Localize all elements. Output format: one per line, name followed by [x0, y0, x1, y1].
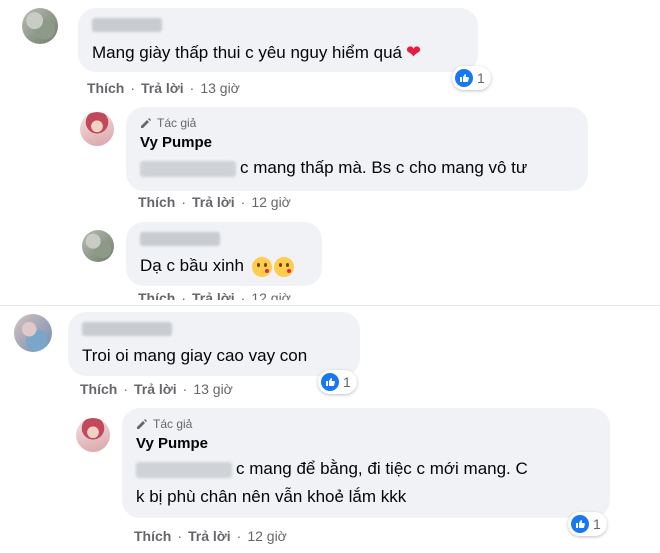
- comment-text: c mang để bằng, đi tiệc c mới mang. C: [136, 457, 596, 481]
- comment-actions: Thích · Trả lời · 12 giờ: [138, 290, 291, 300]
- commenter-name-redacted[interactable]: [92, 16, 464, 34]
- avatar[interactable]: [82, 230, 114, 262]
- reply-button[interactable]: Trả lời: [141, 80, 184, 96]
- comment-actions: Thích · Trả lời · 13 giờ: [80, 381, 233, 397]
- author-badge: Tác giả: [140, 114, 574, 132]
- comment-thread-bottom: Troi oi mang giay cao vay con 1 Thích · …: [0, 305, 660, 553]
- reaction-count[interactable]: 1: [318, 370, 357, 394]
- timestamp[interactable]: 12 giờ: [247, 528, 287, 544]
- like-button[interactable]: Thích: [134, 528, 171, 544]
- like-icon: [321, 373, 339, 391]
- author-name[interactable]: Vy Pumpe: [140, 132, 574, 154]
- comment-text: Mang giày thấp thui c yêu nguy hiểm quá ❤: [92, 42, 422, 62]
- comment-bubble: Tác giả Vy Pumpe c mang thấp mà. Bs c ch…: [126, 107, 588, 191]
- reply-button[interactable]: Trả lời: [188, 528, 231, 544]
- like-button[interactable]: Thích: [80, 381, 117, 397]
- like-icon: [455, 69, 473, 87]
- timestamp[interactable]: 13 giờ: [193, 381, 233, 397]
- kissing-face-icon: [273, 256, 294, 277]
- comment-text: Dạ c bầu xinh: [140, 254, 308, 278]
- reply-button[interactable]: Trả lời: [192, 290, 235, 300]
- commenter-name-redacted[interactable]: [140, 230, 308, 248]
- like-button[interactable]: Thích: [138, 194, 175, 210]
- comment-bubble: Mang giày thấp thui c yêu nguy hiểm quá ❤: [78, 8, 478, 72]
- avatar[interactable]: [14, 314, 52, 352]
- comment-thread-top: Mang giày thấp thui c yêu nguy hiểm quá ❤…: [0, 0, 660, 300]
- commenter-name-redacted[interactable]: [82, 320, 346, 338]
- avatar[interactable]: [22, 8, 58, 44]
- heart-emoji-icon: ❤: [405, 42, 422, 62]
- pencil-icon: [141, 118, 151, 128]
- comment-actions: Thích · Trả lời · 12 giờ: [134, 528, 287, 544]
- kissing-face-icon: [251, 256, 272, 277]
- comment-bubble: Tác giả Vy Pumpe c mang để bằng, đi tiệc…: [122, 408, 610, 518]
- author-name[interactable]: Vy Pumpe: [136, 433, 596, 455]
- reply-button[interactable]: Trả lời: [134, 381, 177, 397]
- comment-actions: Thích · Trả lời · 12 giờ: [138, 194, 291, 210]
- like-button[interactable]: Thích: [138, 290, 175, 300]
- timestamp[interactable]: 12 giờ: [251, 290, 291, 300]
- author-avatar[interactable]: [80, 112, 114, 146]
- timestamp[interactable]: 13 giờ: [200, 80, 240, 96]
- reply-button[interactable]: Trả lời: [192, 194, 235, 210]
- reaction-count[interactable]: 1: [568, 512, 607, 536]
- comment-bubble: Troi oi mang giay cao vay con: [68, 312, 360, 376]
- reaction-count[interactable]: 1: [452, 66, 491, 90]
- comment-bubble: Dạ c bầu xinh: [126, 222, 322, 286]
- comment-text-line2: k bị phù chân nên vẫn khoẻ lắm kkk: [136, 487, 407, 506]
- comment-actions: Thích · Trả lời · 13 giờ: [87, 80, 240, 96]
- author-badge: Tác giả: [136, 415, 596, 433]
- timestamp[interactable]: 12 giờ: [251, 194, 291, 210]
- comment-text: c mang thấp mà. Bs c cho mang vô tư: [140, 156, 574, 180]
- like-icon: [571, 515, 589, 533]
- pencil-icon: [137, 419, 147, 429]
- author-avatar[interactable]: [76, 418, 110, 452]
- like-button[interactable]: Thích: [87, 80, 124, 96]
- comment-text: Troi oi mang giay cao vay con: [82, 346, 308, 365]
